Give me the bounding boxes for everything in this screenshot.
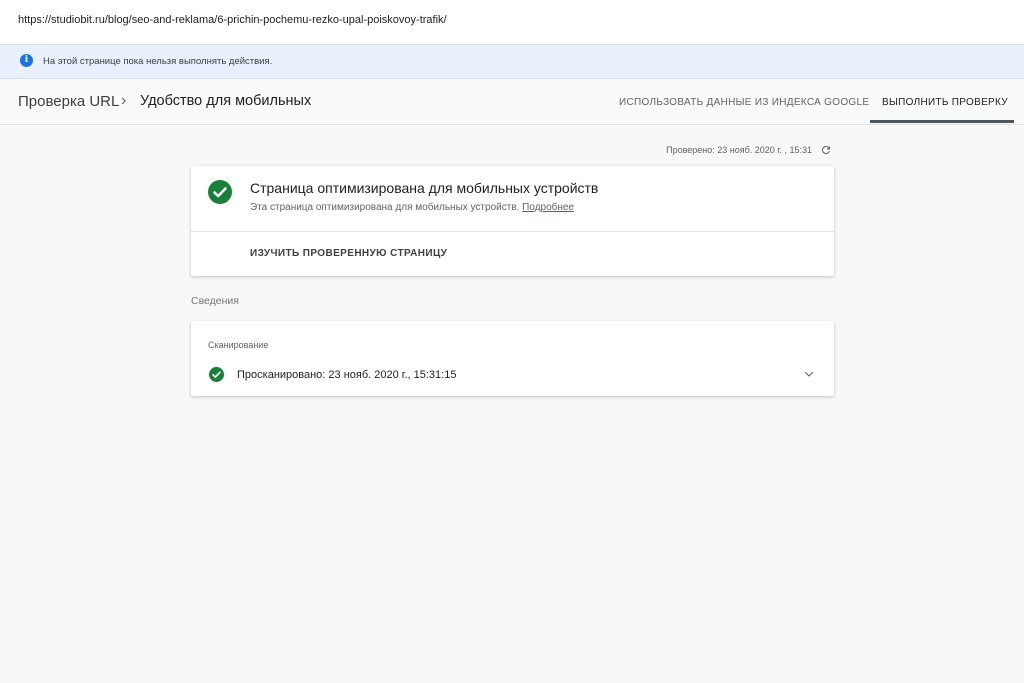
refresh-icon[interactable] [820, 144, 832, 156]
result-subtitle-text: Эта страница оптимизирована для мобильны… [250, 202, 520, 213]
chevron-down-icon[interactable] [803, 368, 815, 380]
tab-run-test[interactable]: ВЫПОЛНИТЬ ПРОВЕРКУ [882, 97, 1008, 108]
learn-more-link[interactable]: Подробнее [522, 202, 574, 213]
tab-use-index-data[interactable]: ИСПОЛЬЗОВАТЬ ДАННЫЕ ИЗ ИНДЕКСА GOOGLE [619, 97, 869, 108]
result-title: Страница оптимизирована для мобильных ус… [250, 180, 599, 196]
breadcrumb-url-inspection[interactable]: Проверка URL [18, 93, 119, 110]
info-banner-text: На этой странице пока нельзя выполнять д… [43, 56, 273, 67]
view-tested-page-button[interactable]: ИЗУЧИТЬ ПРОВЕРЕННУЮ СТРАНИЦУ [250, 248, 447, 259]
mobile-friendly-result-card: Страница оптимизирована для мобильных ус… [191, 166, 834, 276]
last-checked-status: Проверено: 23 нояб. 2020 г. , 15:31 [666, 144, 832, 156]
active-tab-indicator [870, 120, 1014, 123]
page-title: Удобство для мобильных [140, 93, 312, 109]
crawl-details-card[interactable]: Сканирование Просканировано: 23 нояб. 20… [191, 321, 834, 396]
info-banner: i На этой странице пока нельзя выполнять… [0, 45, 1024, 79]
check-circle-icon [209, 367, 224, 382]
check-circle-icon [208, 180, 232, 204]
url-text[interactable]: https://studiobit.ru/blog/seo-and-reklam… [18, 14, 447, 26]
card-divider [191, 231, 834, 232]
browser-address-bar[interactable]: https://studiobit.ru/blog/seo-and-reklam… [0, 0, 1024, 45]
result-subtitle: Эта страница оптимизирована для мобильны… [250, 202, 574, 213]
crawl-status-text: Просканировано: 23 нояб. 2020 г., 15:31:… [237, 369, 457, 381]
crawl-heading: Сканирование [208, 340, 269, 350]
page-header: Проверка URL › Удобство для мобильных ИС… [0, 79, 1024, 125]
details-section-label: Сведения [191, 295, 239, 307]
info-icon: i [20, 54, 33, 67]
last-checked-text: Проверено: 23 нояб. 2020 г. , 15:31 [666, 145, 812, 155]
chevron-right-icon: › [121, 92, 127, 109]
